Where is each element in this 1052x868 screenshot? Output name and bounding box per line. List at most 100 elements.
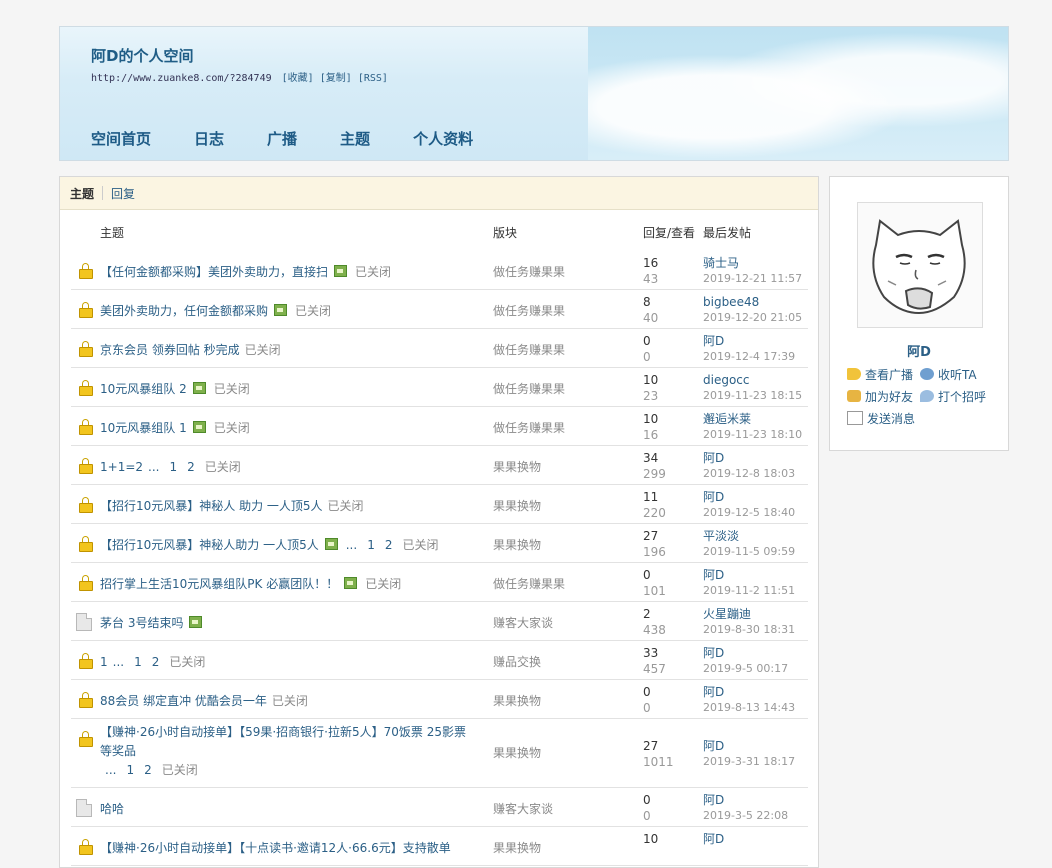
topic-title-link[interactable]: 【招行10元风暴】神秘人 助力 一人顶5人 bbox=[100, 499, 323, 513]
last-poster-link[interactable]: 阿D bbox=[703, 489, 795, 505]
topic-title-link[interactable]: 【任何金额都采购】美团外卖助力，直接扫 bbox=[100, 265, 328, 279]
view-broadcast-link[interactable]: 查看广播 bbox=[847, 366, 913, 383]
forum-name[interactable]: 果果换物 bbox=[493, 497, 541, 514]
view-count: 16 bbox=[643, 428, 659, 442]
sidebar-username[interactable]: 阿D bbox=[830, 341, 1008, 360]
topic-subject: 【任何金额都采购】美团外卖助力，直接扫 已关闭 bbox=[100, 263, 480, 280]
user-sidebar: 阿D 查看广播 收听TA 加为好友 打个招呼 发送消息 bbox=[829, 176, 1009, 451]
forum-name[interactable]: 做任务赚果果 bbox=[493, 263, 565, 280]
forum-name[interactable]: 果果换物 bbox=[493, 692, 541, 709]
nav-topics[interactable]: 主题 bbox=[340, 128, 370, 149]
topic-title-link[interactable]: 招行掌上生活10元风暴组队PK 必赢团队！！ bbox=[100, 577, 338, 591]
rss-link[interactable]: [RSS] bbox=[358, 73, 388, 84]
topic-title-link[interactable]: 美团外卖助力，任何金额都采购 bbox=[100, 304, 268, 318]
listen-link[interactable]: 收听TA bbox=[920, 366, 977, 383]
last-poster-link[interactable]: 阿D bbox=[703, 738, 795, 754]
last-poster-link[interactable]: 平淡淡 bbox=[703, 528, 795, 544]
last-post: diegocc 2019-11-23 18:15 bbox=[703, 372, 802, 404]
topic-title-link[interactable]: 10元风暴组队 2 bbox=[100, 382, 187, 396]
forum-name[interactable]: 赚客大家谈 bbox=[493, 614, 553, 631]
last-poster-link[interactable]: 阿D bbox=[703, 450, 795, 466]
space-header: 阿D的个人空间 http://www.zuanke8.com/?284749 [… bbox=[59, 26, 1009, 161]
last-poster-link[interactable]: diegocc bbox=[703, 372, 802, 388]
greet-link[interactable]: 打个招呼 bbox=[920, 388, 986, 405]
last-post-date: 2019-11-23 18:15 bbox=[703, 389, 803, 402]
tab-replies[interactable]: 回复 bbox=[111, 185, 135, 202]
last-poster-link[interactable]: 阿D bbox=[703, 831, 724, 847]
last-post: 阿D 2019-9-5 00:17 bbox=[703, 645, 788, 677]
last-poster-link[interactable]: 阿D bbox=[703, 333, 795, 349]
page-link[interactable]: 2 bbox=[187, 460, 195, 474]
last-poster-link[interactable]: 邂逅米莱 bbox=[703, 411, 802, 427]
page-link[interactable]: 1 bbox=[134, 655, 142, 669]
forum-name[interactable]: 果果换物 bbox=[493, 458, 541, 475]
topic-tabs: 主题 回复 bbox=[60, 177, 818, 210]
nav-profile[interactable]: 个人资料 bbox=[413, 128, 473, 149]
last-post: 阿D 2019-8-13 14:43 bbox=[703, 684, 795, 716]
broadcast-icon bbox=[847, 368, 861, 380]
topic-title-link[interactable]: 1 bbox=[100, 655, 108, 669]
page-link[interactable]: 2 bbox=[144, 763, 152, 777]
send-message-link[interactable]: 发送消息 bbox=[847, 410, 915, 427]
last-poster-link[interactable]: 阿D bbox=[703, 792, 788, 808]
forum-name[interactable]: 做任务赚果果 bbox=[493, 380, 565, 397]
reply-count: 27 bbox=[643, 529, 659, 543]
page-link: ... bbox=[148, 460, 160, 474]
topic-title-link[interactable]: 1+1=2 bbox=[100, 460, 143, 474]
forum-name[interactable]: 果果换物 bbox=[493, 536, 541, 553]
last-post-date: 2019-11-23 18:10 bbox=[703, 428, 803, 441]
nav-home[interactable]: 空间首页 bbox=[91, 128, 151, 149]
last-post-date: 2019-11-2 11:51 bbox=[703, 584, 796, 597]
last-post: 阿D 2019-12-5 18:40 bbox=[703, 489, 795, 521]
topic-subject: 【赚神·26小时自动接单】【十点读书·邀请12人·66.6元】支持散单 bbox=[100, 839, 480, 856]
last-post-date: 2019-3-5 22:08 bbox=[703, 809, 789, 822]
topic-title-link[interactable]: 【招行10元风暴】神秘人助力 一人顶5人 bbox=[100, 538, 319, 552]
last-poster-link[interactable]: 阿D bbox=[703, 567, 795, 583]
topic-title-link[interactable]: 哈哈 bbox=[100, 802, 124, 816]
header-last-post: 最后发帖 bbox=[703, 226, 752, 240]
topic-title-link[interactable]: 10元风暴组队 1 bbox=[100, 421, 187, 435]
forum-name[interactable]: 做任务赚果果 bbox=[493, 341, 565, 358]
avatar[interactable] bbox=[857, 202, 983, 328]
page-link[interactable]: 1 bbox=[126, 763, 134, 777]
page-link[interactable]: 2 bbox=[152, 655, 160, 669]
topic-row: 【赚神·26小时自动接单】【59果·招商银行·拉新5人】70饭票 25影票等奖品… bbox=[71, 719, 808, 788]
topic-row: 招行掌上生活10元风暴组队PK 必赢团队！！ 已关闭 做任务赚果果 0 101 阿D 201… bbox=[71, 563, 808, 602]
topic-list: 【任何金额都采购】美团外卖助力，直接扫 已关闭 做任务赚果果 16 43 骑士马 2019-… bbox=[71, 251, 808, 866]
greet-icon bbox=[920, 390, 935, 402]
topic-title-link[interactable]: 【赚神·26小时自动接单】【十点读书·邀请12人·66.6元】支持散单 bbox=[100, 841, 451, 855]
last-poster-link[interactable]: 火星蹦迪 bbox=[703, 606, 795, 622]
last-poster-link[interactable]: bigbee48 bbox=[703, 294, 802, 310]
topic-title-link[interactable]: 88会员 绑定直冲 优酷会员一年 bbox=[100, 694, 267, 708]
space-title[interactable]: 阿D的个人空间 bbox=[91, 45, 193, 66]
forum-name[interactable]: 果果换物 bbox=[493, 744, 541, 761]
reply-view-counts: 11 220 bbox=[643, 489, 666, 521]
forum-name[interactable]: 果果换物 bbox=[493, 839, 541, 856]
forum-name[interactable]: 做任务赚果果 bbox=[493, 419, 565, 436]
forum-name[interactable]: 做任务赚果果 bbox=[493, 575, 565, 592]
page-link[interactable]: 1 bbox=[169, 460, 177, 474]
last-post: 阿D 2019-3-5 22:08 bbox=[703, 792, 788, 824]
copy-link[interactable]: [复制] bbox=[320, 73, 352, 84]
topic-row: 【招行10元风暴】神秘人助力 一人顶5人... 1 2 已关闭 果果换物 27 196 平淡淡… bbox=[71, 524, 808, 563]
topics-panel: 主题 回复 主题 版块 回复/查看 最后发帖 【任何金额都采购】美团外卖助力，直… bbox=[59, 176, 819, 868]
nav-broadcast[interactable]: 广播 bbox=[267, 128, 297, 149]
closed-label: 已关闭 bbox=[244, 343, 281, 357]
topic-title-link[interactable]: 【赚神·26小时自动接单】【59果·招商银行·拉新5人】70饭票 25影票等奖品 bbox=[100, 725, 466, 758]
topic-title-link[interactable]: 京东会员 领券回帖 秒完成 bbox=[100, 343, 240, 357]
nav-blog[interactable]: 日志 bbox=[194, 128, 224, 149]
last-poster-link[interactable]: 阿D bbox=[703, 645, 788, 661]
topic-title-link[interactable]: 茅台 3号结束吗 bbox=[100, 616, 183, 630]
add-friend-link[interactable]: 加为好友 bbox=[847, 388, 913, 405]
page-link[interactable]: 1 bbox=[367, 538, 375, 552]
forum-name[interactable]: 赚品交换 bbox=[493, 653, 541, 670]
tab-topics[interactable]: 主题 bbox=[70, 185, 94, 202]
topic-row: 88会员 绑定直冲 优酷会员一年 已关闭 果果换物 0 0 阿D 2019-8-13 14:… bbox=[71, 680, 808, 719]
bookmark-link[interactable]: [收藏] bbox=[282, 73, 314, 84]
forum-name[interactable]: 做任务赚果果 bbox=[493, 302, 565, 319]
last-poster-link[interactable]: 阿D bbox=[703, 684, 795, 700]
page-link[interactable]: 2 bbox=[385, 538, 393, 552]
last-poster-link[interactable]: 骑士马 bbox=[703, 255, 802, 271]
topic-subject: 招行掌上生活10元风暴组队PK 必赢团队！！ 已关闭 bbox=[100, 575, 480, 592]
forum-name[interactable]: 赚客大家谈 bbox=[493, 800, 553, 817]
